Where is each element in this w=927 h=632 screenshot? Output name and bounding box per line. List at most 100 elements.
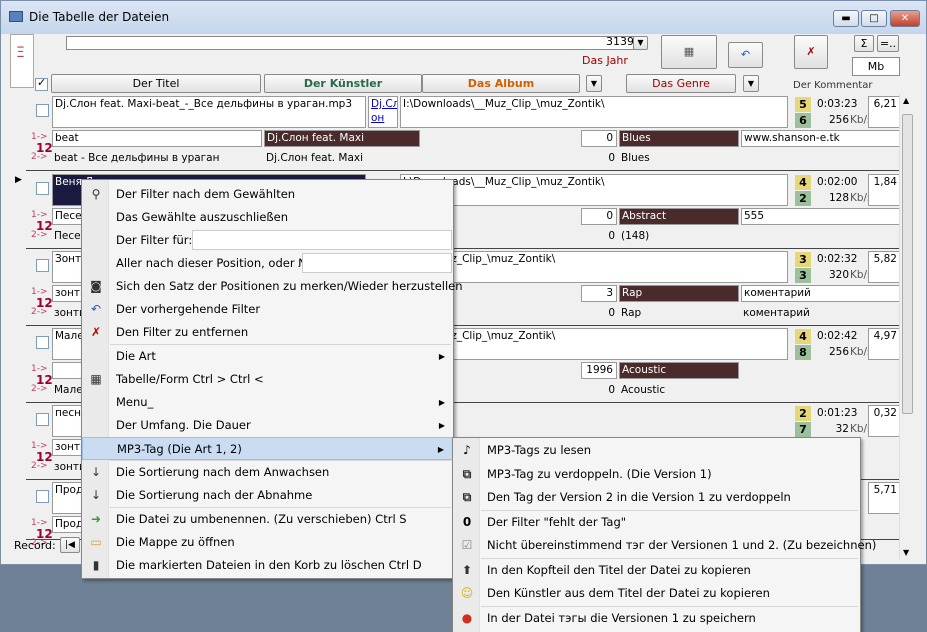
count-dropdown[interactable]: ▼: [633, 36, 648, 50]
menu-item-label: Die Mappe zu öffnen: [116, 535, 235, 549]
path-field[interactable]: ads\__Muz_Clip_\muz_Zontik\: [400, 328, 788, 360]
v1-year[interactable]: 3: [581, 285, 617, 302]
menu-item-8[interactable]: Die Art ▶: [82, 345, 453, 368]
version-number-2: 8: [795, 345, 811, 360]
filename-field[interactable]: Dj.Слон feat. Maxi-beat_-_Все дельфины в…: [52, 96, 366, 128]
genre-column-button[interactable]: Das Genre: [626, 74, 736, 93]
artist-link[interactable]: Dj.Сл он: [368, 96, 398, 128]
version-number-2: 2: [795, 191, 811, 206]
v1-comment[interactable]: 555: [741, 208, 901, 225]
row-checkbox[interactable]: [36, 259, 49, 272]
submenu-item-5[interactable]: ☑ Nicht übereinstimmend тэг der Versionen…: [453, 534, 877, 557]
menu-item-label: Der Filter für:: [116, 233, 193, 247]
row-checkbox[interactable]: [36, 104, 49, 117]
first-record-button[interactable]: |◀: [60, 537, 80, 553]
submenu-item-4[interactable]: 0 Der Filter "fehlt der Tag": [453, 511, 626, 534]
select-all-checkbox[interactable]: ✓: [35, 76, 48, 91]
size-field[interactable]: 5,82: [868, 251, 901, 283]
size-field[interactable]: 1,84: [868, 174, 901, 206]
vertical-scrollbar[interactable]: ▲ ▼: [899, 94, 914, 559]
progress-field: [66, 36, 636, 50]
path-field[interactable]: I:\Downloads\__Muz_Clip_\muz_Zontik\: [400, 174, 788, 206]
version-number-2: 3: [795, 268, 811, 283]
units-field[interactable]: Mb: [852, 57, 900, 76]
title-bar: Die Tabelle der Dateien ▬ □ ✕: [1, 1, 926, 34]
v1-genre[interactable]: Abstract: [619, 208, 739, 225]
submenu-item-1[interactable]: ♪ MP3-Tags zu lesen: [453, 439, 591, 462]
menu-item-1[interactable]: ⚲ Der Filter nach dem Gewählten: [82, 183, 453, 206]
v2-year: 0: [608, 384, 615, 396]
menu-item-2[interactable]: Das Gewählte auszuschließen: [82, 206, 453, 229]
duration: 0:02:00: [817, 176, 858, 188]
row-checkbox[interactable]: [36, 336, 49, 349]
bitrate: 320: [828, 269, 849, 281]
minimize-button[interactable]: ▬: [833, 10, 859, 27]
v1-year[interactable]: 1996: [581, 362, 617, 379]
sum-button[interactable]: Σ: [854, 35, 874, 52]
v1-year[interactable]: 0: [581, 208, 617, 225]
row-checkbox[interactable]: [36, 413, 49, 426]
select-columns-button[interactable]: ▦: [661, 35, 717, 69]
window-title: Die Tabelle der Dateien: [29, 10, 170, 24]
v1-year[interactable]: 0: [581, 130, 617, 147]
v2-year: 0: [608, 152, 615, 164]
menu-item-17[interactable]: ▮ Die markierten Dateien in den Korb zu l…: [82, 554, 453, 577]
menu-item-3[interactable]: Der Filter für:: [82, 229, 453, 252]
menu-item-12[interactable]: MP3-Tag (Die Art 1, 2) ▶: [82, 437, 453, 460]
v1-genre[interactable]: Rap: [619, 285, 739, 302]
submenu-item-2[interactable]: ⧉ MP3-Tag zu verdoppeln. (Die Version 1): [453, 463, 712, 486]
bitrate: 256: [828, 346, 849, 358]
delete-filter-button[interactable]: ✗: [794, 35, 828, 69]
title-column-button[interactable]: Der Titel: [51, 74, 261, 93]
options-button[interactable]: =..: [877, 35, 899, 52]
menu-item-10[interactable]: Menu_ ▶: [82, 391, 453, 414]
scroll-thumb[interactable]: [902, 114, 913, 414]
menu-item-15[interactable]: ➜ Die Datei zu umbenennen. (Zu verschiebe…: [82, 508, 453, 531]
undo-button[interactable]: ↶: [728, 42, 763, 68]
genre-dropdown[interactable]: ▼: [743, 75, 759, 92]
remove-filter-icon: ✗: [90, 325, 102, 339]
columns-icon: ▦: [683, 45, 695, 58]
v1-genre[interactable]: Acoustic: [619, 362, 739, 379]
menu-item-11[interactable]: Der Umfang. Die Dauer ▶: [82, 414, 453, 437]
size-field[interactable]: 4,97: [868, 328, 901, 360]
menu-item-4[interactable]: Aller nach dieser Position, oder №: [82, 252, 453, 275]
menu-item-6[interactable]: ↶ Der vorhergehende Filter: [82, 298, 453, 321]
v1-artist[interactable]: Dj.Слон feat. Maxi: [264, 130, 420, 147]
v1-comment[interactable]: www.shanson-e.tk: [741, 130, 901, 147]
path-field[interactable]: I:\Downloads\__Muz_Clip_\muz_Zontik\: [400, 96, 788, 128]
record-label: Record:: [14, 539, 56, 552]
submenu-item-3[interactable]: ⧉ Den Tag der Version 2 in die Version 1 …: [453, 486, 791, 509]
filter-for-input[interactable]: [192, 230, 452, 250]
checkbox-icon: ☑: [461, 538, 473, 552]
v1-title[interactable]: beat: [52, 130, 262, 147]
size-field[interactable]: 5,71: [868, 482, 901, 514]
position-input[interactable]: [302, 253, 452, 273]
menu-item-5[interactable]: ◙ Sich den Satz der Positionen zu merken/…: [82, 275, 462, 298]
menu-item-label: Der vorhergehende Filter: [116, 302, 261, 316]
album-column-button[interactable]: Das Album: [422, 74, 580, 93]
submenu-item-7[interactable]: ☺ Den Künstler aus dem Titel der Datei zu…: [453, 582, 770, 605]
v1-genre[interactable]: Blues: [619, 130, 739, 147]
menu-item-16[interactable]: ▭ Die Mappe zu öffnen: [82, 531, 453, 554]
submenu-item-6[interactable]: ⬆ In den Kopfteil den Titel der Datei zu …: [453, 559, 751, 582]
artist-column-button[interactable]: Der Künstler: [264, 74, 422, 93]
v2-artist: Dj.Слон feat. Maxi: [266, 152, 364, 164]
menu-item-7[interactable]: ✗ Den Filter zu entfernen: [82, 321, 453, 344]
table-row[interactable]: Dj.Слон feat. Maxi-beat_-_Все дельфины в…: [26, 94, 905, 171]
size-field[interactable]: 0,32: [868, 405, 901, 437]
size-field[interactable]: 6,21: [868, 96, 901, 128]
v2-genre: (148): [621, 230, 650, 242]
submenu-item-8[interactable]: ● In der Datei тэгы die Versionen 1 zu sp…: [453, 607, 756, 630]
row-checkbox[interactable]: [36, 182, 49, 195]
v1-comment[interactable]: коментарий: [741, 285, 901, 302]
row-checkbox[interactable]: [36, 490, 49, 503]
menu-item-13[interactable]: ↓ Die Sortierung nach dem Anwachsen: [82, 461, 453, 484]
close-button[interactable]: ✕: [890, 10, 920, 27]
menu-item-9[interactable]: ▦ Tabelle/Form Ctrl > Ctrl <: [82, 368, 453, 391]
form-selector[interactable]: Ξ: [10, 34, 34, 88]
menu-item-14[interactable]: ↓ Die Sortierung nach der Abnahme: [82, 484, 453, 507]
maximize-button[interactable]: □: [861, 10, 887, 27]
album-dropdown[interactable]: ▼: [586, 75, 602, 92]
context-menu: ⚲ Der Filter nach dem Gewählten Das Gewähl…: [81, 179, 463, 579]
